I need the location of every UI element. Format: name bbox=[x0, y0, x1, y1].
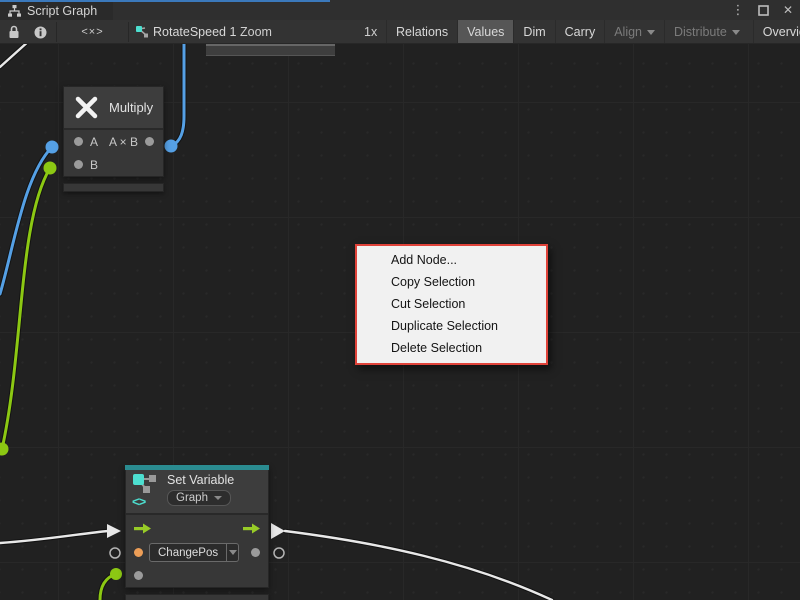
toolbar-buttons: Relations Values Dim Carry Align Distrib… bbox=[386, 20, 800, 44]
clipped-node[interactable] bbox=[206, 44, 335, 56]
wire-green-into-setvar bbox=[100, 574, 116, 600]
blue-endpoint-dot[interactable] bbox=[46, 141, 59, 154]
input-port-b[interactable] bbox=[74, 160, 83, 169]
flow-out-arrow-icon[interactable] bbox=[243, 523, 260, 534]
unconnected-port-ring[interactable] bbox=[274, 548, 284, 558]
menu-item-add-node[interactable]: Add Node... bbox=[357, 249, 546, 271]
align-dropdown-button[interactable]: Align bbox=[604, 20, 664, 44]
overview-button[interactable]: Overview bbox=[753, 20, 800, 44]
menu-item-delete-selection[interactable]: Delete Selection bbox=[357, 337, 546, 359]
wire-white-out-of-setvar bbox=[285, 531, 552, 600]
chevron-down-icon bbox=[214, 496, 222, 500]
window-maximize-icon[interactable] bbox=[753, 0, 773, 20]
variable-dropdown-button[interactable] bbox=[227, 543, 239, 562]
tab-script-graph[interactable]: Script Graph bbox=[0, 2, 113, 20]
output-port[interactable] bbox=[145, 137, 154, 146]
green-endpoint-dot[interactable] bbox=[110, 568, 122, 580]
padlock-icon bbox=[8, 25, 20, 39]
dim-button[interactable]: Dim bbox=[513, 20, 554, 44]
zoom-value: 1x bbox=[364, 20, 377, 44]
context-menu: Add Node... Copy Selection Cut Selection… bbox=[355, 244, 548, 365]
variable-node-icon bbox=[134, 20, 150, 44]
menu-item-duplicate-selection[interactable]: Duplicate Selection bbox=[357, 315, 546, 337]
variable-name-dropdown[interactable]: ChangePos bbox=[149, 543, 227, 562]
value-input-port[interactable] bbox=[134, 571, 143, 580]
tab-title: Script Graph bbox=[27, 4, 97, 18]
menu-item-cut-selection[interactable]: Cut Selection bbox=[357, 293, 546, 315]
chevron-down-icon bbox=[647, 30, 655, 35]
setvar-footer bbox=[125, 594, 269, 600]
chevron-down-icon bbox=[229, 550, 237, 555]
tab-bar: Script Graph ⋮ ✕ bbox=[0, 0, 800, 20]
flow-in-arrow-icon[interactable] bbox=[134, 523, 151, 534]
focused-panel-highlight bbox=[0, 0, 330, 2]
setvar-flow-row bbox=[126, 515, 268, 541]
blue-endpoint-dot[interactable] bbox=[165, 140, 178, 153]
variable-name: ChangePos bbox=[158, 547, 218, 559]
variable-node-icon: <> bbox=[132, 473, 160, 510]
node-title: Multiply bbox=[109, 100, 153, 115]
value-output-port[interactable] bbox=[251, 548, 260, 557]
wire-blue-into-multiply-a bbox=[0, 147, 52, 294]
relations-button[interactable]: Relations bbox=[386, 20, 457, 44]
menu-item-copy-selection[interactable]: Copy Selection bbox=[357, 271, 546, 293]
node-title: Set Variable bbox=[167, 473, 234, 488]
port-label-b: B bbox=[90, 158, 98, 172]
scope-dropdown[interactable]: Graph bbox=[167, 490, 231, 506]
setvar-extra-row bbox=[126, 564, 268, 587]
info-circle-icon bbox=[34, 26, 47, 39]
window-menu-icon[interactable]: ⋮ bbox=[729, 0, 747, 20]
port-label-output: A × B bbox=[109, 135, 138, 149]
flow-arrowhead-out bbox=[271, 523, 285, 539]
multiply-port-row-a: A A × B bbox=[64, 130, 163, 153]
code-view-button[interactable]: <×> bbox=[57, 20, 128, 44]
zoom-label: Zoom bbox=[240, 20, 272, 44]
green-endpoint-dot[interactable] bbox=[44, 162, 57, 175]
input-port-a[interactable] bbox=[74, 137, 83, 146]
script-graph-window: Multiply A A × B B bbox=[0, 0, 800, 600]
unconnected-port-ring[interactable] bbox=[110, 548, 120, 558]
code-brackets-icon: <> bbox=[132, 495, 145, 508]
chevron-down-icon bbox=[732, 30, 740, 35]
wire-white-into-setvar bbox=[0, 531, 108, 543]
distribute-dropdown-button[interactable]: Distribute bbox=[664, 20, 749, 44]
lock-button[interactable] bbox=[2, 20, 26, 44]
graph-toolbar: <×> RotateSpeed 1 Zoom 1x Relations Valu… bbox=[0, 20, 800, 44]
node-multiply[interactable]: Multiply A A × B B bbox=[63, 86, 164, 177]
graph-hierarchy-icon bbox=[8, 5, 21, 17]
carry-button[interactable]: Carry bbox=[555, 20, 605, 44]
multiply-footer bbox=[63, 183, 164, 192]
scope-value: Graph bbox=[176, 492, 208, 504]
wire-white-topleft bbox=[0, 40, 30, 67]
wire-blue-from-multiply-output bbox=[171, 40, 184, 146]
variable-input-port[interactable] bbox=[134, 548, 143, 557]
wire-green-into-multiply-b bbox=[2, 168, 50, 449]
values-button[interactable]: Values bbox=[457, 20, 513, 44]
port-label-a: A bbox=[90, 135, 98, 149]
multiply-x-icon bbox=[73, 94, 100, 121]
graph-name-label[interactable]: RotateSpeed 1 bbox=[153, 20, 236, 44]
flow-arrowhead-in bbox=[107, 524, 121, 538]
multiply-header[interactable]: Multiply bbox=[64, 87, 163, 130]
setvar-header[interactable]: <> Set Variable Graph bbox=[126, 470, 268, 515]
green-endpoint-dot[interactable] bbox=[0, 443, 9, 456]
multiply-port-row-b: B bbox=[64, 153, 163, 176]
info-button[interactable] bbox=[28, 20, 52, 44]
node-set-variable[interactable]: <> Set Variable Graph bbox=[125, 466, 269, 588]
window-close-icon[interactable]: ✕ bbox=[778, 0, 798, 20]
setvar-variable-row: ChangePos bbox=[126, 541, 268, 564]
